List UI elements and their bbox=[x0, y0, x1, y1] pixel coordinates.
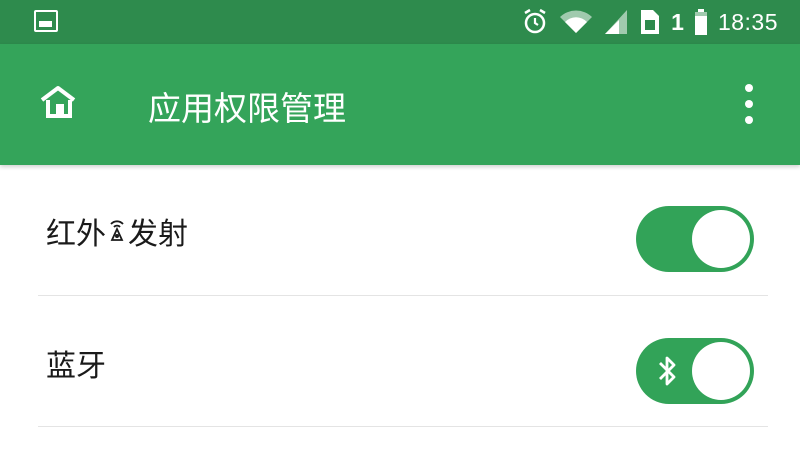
clock: 18:35 bbox=[717, 8, 778, 35]
label-text: 蓝牙 bbox=[46, 349, 106, 384]
infrared-icon bbox=[110, 220, 124, 241]
alarm-icon bbox=[524, 8, 546, 34]
notification-icon bbox=[34, 10, 58, 32]
signal-icon bbox=[605, 10, 628, 34]
home-icon[interactable] bbox=[38, 84, 78, 120]
bluetooth-icon bbox=[659, 356, 676, 386]
bluetooth-toggle[interactable] bbox=[636, 338, 754, 404]
page-title: 应用权限管理 bbox=[148, 89, 346, 128]
infrared-toggle[interactable] bbox=[636, 206, 754, 272]
app-bar: 应用权限管理 bbox=[0, 44, 800, 165]
permission-row-infrared: 红外 发射 bbox=[0, 165, 800, 296]
label-text-suffix: 发射 bbox=[128, 217, 188, 252]
more-vertical-icon[interactable] bbox=[734, 84, 764, 124]
sim-icon bbox=[641, 10, 660, 34]
wifi-icon bbox=[560, 10, 593, 33]
status-indicators: 1 18:35 bbox=[521, 0, 778, 44]
toggle-knob bbox=[692, 210, 750, 268]
status-bar: 1 18:35 bbox=[0, 0, 800, 44]
permission-label: 红外 发射 bbox=[46, 209, 188, 253]
permission-list: 红外 发射 蓝牙 bbox=[0, 165, 800, 427]
divider bbox=[38, 425, 768, 427]
battery-icon bbox=[694, 9, 707, 35]
toggle-knob bbox=[692, 342, 750, 400]
sim-slot-number: 1 bbox=[671, 8, 684, 35]
permission-label: 蓝牙 bbox=[46, 341, 106, 385]
label-text-prefix: 红外 bbox=[46, 217, 106, 252]
permission-row-bluetooth: 蓝牙 bbox=[0, 296, 800, 427]
